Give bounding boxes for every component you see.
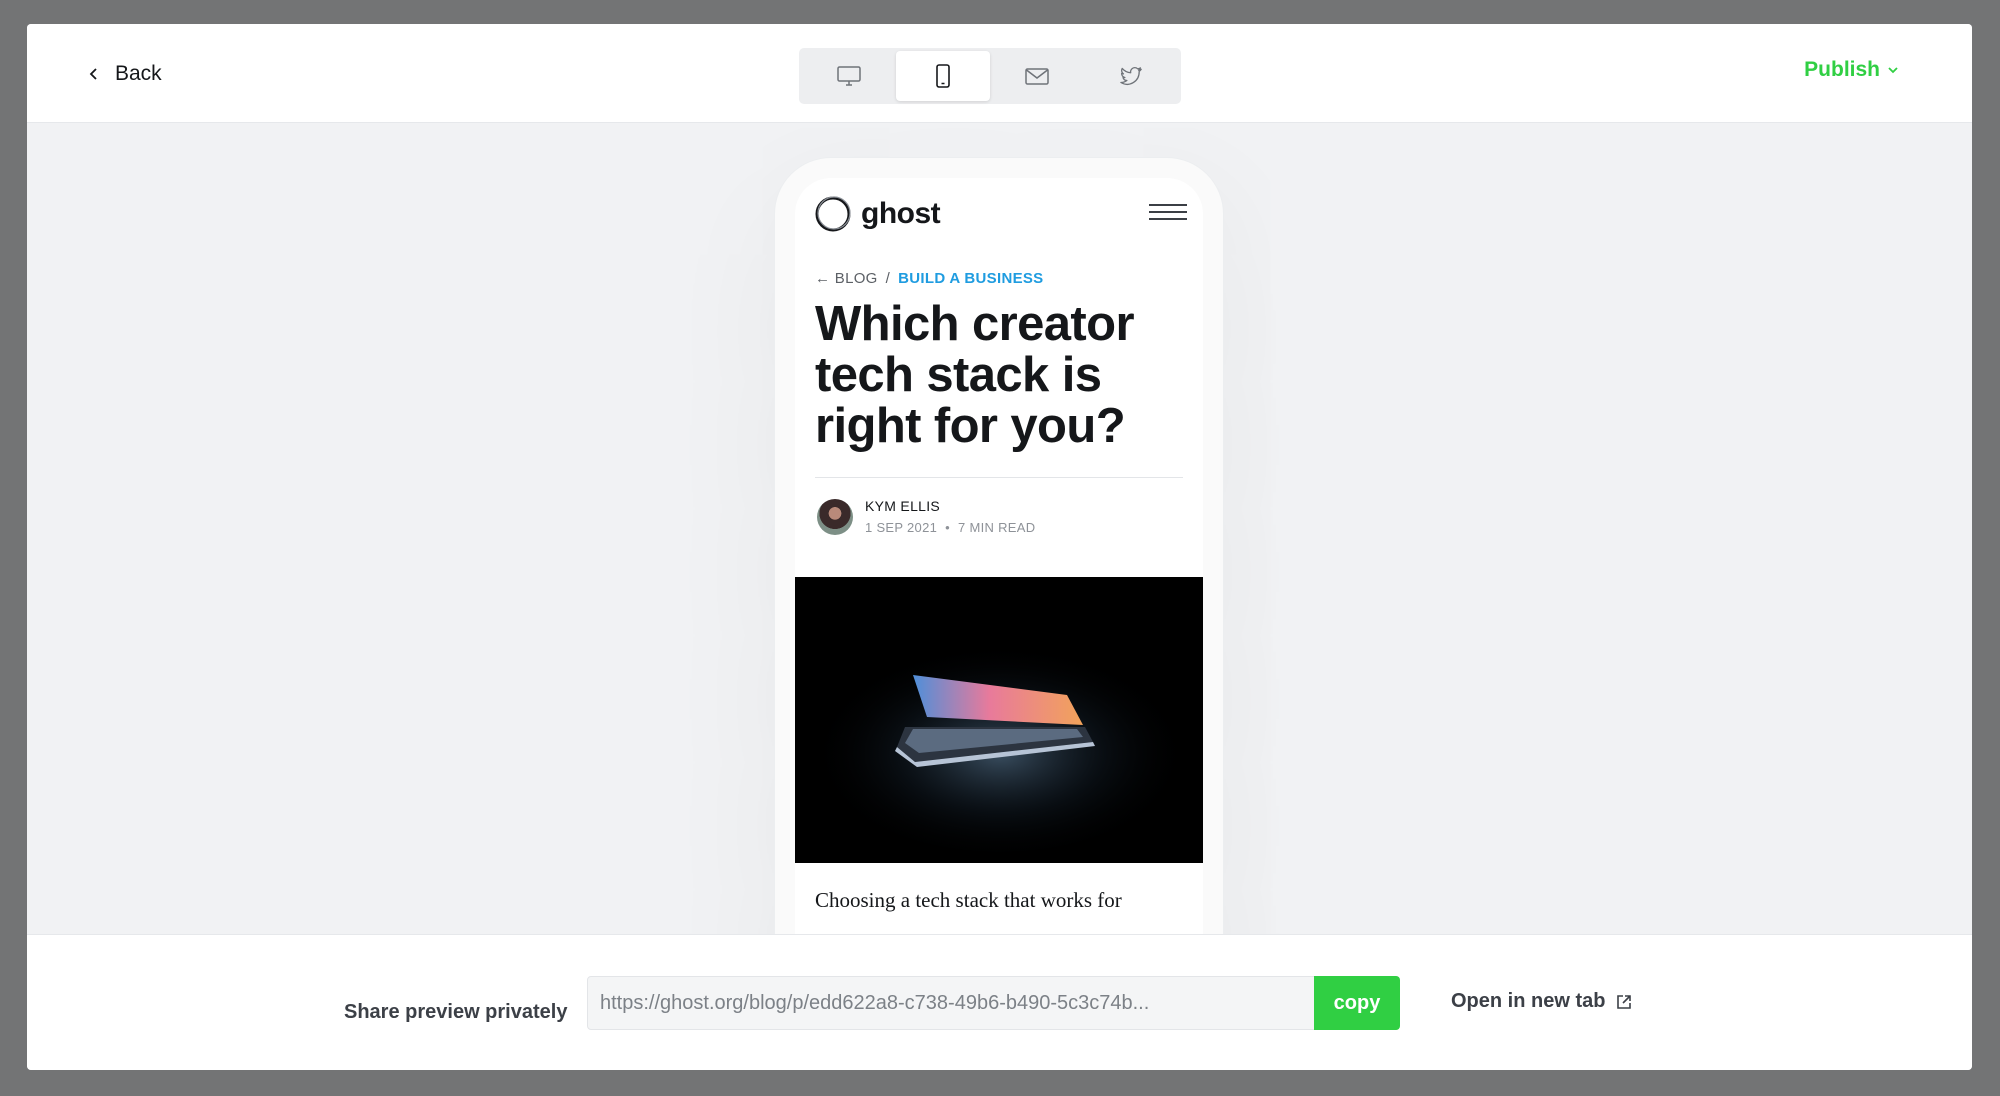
back-button[interactable]: Back: [87, 62, 162, 86]
open-in-new-tab-link[interactable]: Open in new tab: [1451, 990, 1633, 1013]
copy-button[interactable]: copy: [1314, 976, 1400, 1030]
publish-button[interactable]: Publish: [1804, 58, 1900, 82]
title-divider: [815, 477, 1183, 478]
post-excerpt: Choosing a tech stack that works for: [815, 888, 1122, 912]
read-time: 7 MIN READ: [958, 520, 1036, 535]
mobile-preview-button[interactable]: [896, 51, 990, 101]
chevron-left-icon: [89, 68, 97, 80]
post-meta: 1 SEP 2021 • 7 MIN READ: [865, 520, 1035, 535]
twitter-preview-button[interactable]: [1084, 51, 1178, 101]
site-header: ghost: [795, 190, 1203, 240]
share-footer: Share preview privately copy Open in new…: [27, 934, 1972, 1070]
email-preview-button[interactable]: [990, 51, 1084, 101]
author-avatar[interactable]: [817, 498, 853, 535]
site-logo[interactable]: ghost: [813, 194, 941, 234]
mobile-device-frame: ghost ← BLOG / BUILD A BUSINESS Which cr…: [775, 158, 1223, 1058]
breadcrumb-blog-link[interactable]: ← BLOG: [815, 270, 878, 287]
preview-modal: Back Publish ghost ← BLOG / BUILD A BUSI…: [27, 24, 1972, 1070]
preview-header: Back Publish: [27, 24, 1972, 123]
desktop-icon: [837, 66, 861, 86]
breadcrumb-tag-link[interactable]: BUILD A BUSINESS: [898, 270, 1043, 287]
desktop-preview-button[interactable]: [802, 51, 896, 101]
meta-separator: •: [945, 520, 951, 535]
email-icon: [1025, 68, 1049, 85]
external-link-icon: [1617, 994, 1632, 1009]
feature-image: [795, 577, 1203, 863]
post-date: 1 SEP 2021: [865, 520, 938, 535]
author-name[interactable]: KYM ELLIS: [865, 498, 1035, 514]
post-title: Which creator tech stack is right for yo…: [815, 297, 1135, 453]
share-label: Share preview privately: [344, 1001, 568, 1023]
post-byline: KYM ELLIS 1 SEP 2021 • 7 MIN READ: [817, 498, 1035, 535]
site-name: ghost: [861, 197, 941, 230]
breadcrumb-separator: /: [885, 270, 891, 287]
mobile-screen[interactable]: ghost ← BLOG / BUILD A BUSINESS Which cr…: [795, 178, 1203, 1058]
chevron-down-icon: [1888, 67, 1898, 74]
twitter-icon: [1120, 66, 1142, 85]
publish-label: Publish: [1804, 58, 1880, 81]
back-label: Back: [115, 62, 162, 85]
ghost-logo-icon: [815, 196, 851, 232]
mobile-icon: [936, 64, 950, 88]
laptop-glow-illustration: [810, 632, 1190, 852]
device-switcher: [799, 48, 1181, 104]
share-url-input[interactable]: [587, 976, 1317, 1030]
breadcrumb: ← BLOG / BUILD A BUSINESS: [815, 270, 1044, 287]
open-tab-label: Open in new tab: [1451, 990, 1606, 1012]
hamburger-menu-icon[interactable]: [1149, 204, 1187, 222]
